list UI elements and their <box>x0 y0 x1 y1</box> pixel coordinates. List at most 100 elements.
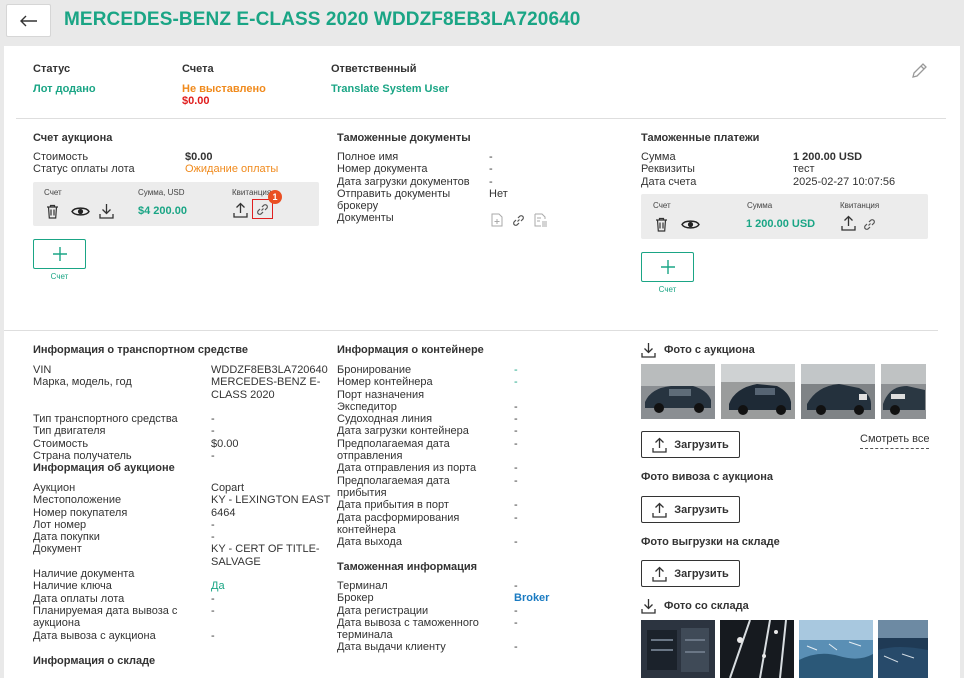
download-icon[interactable] <box>641 342 656 358</box>
card-col-receipt: Квитанция <box>232 188 272 197</box>
send-docs-value: Нет <box>489 187 508 200</box>
auction-photo-3[interactable] <box>801 364 875 419</box>
auction-info-labels: Аукцион Местоположение Номер покупателя … <box>33 482 177 642</box>
delete-invoice-button[interactable] <box>46 204 59 219</box>
upload-unload-photos-button[interactable]: Загрузить <box>641 560 740 587</box>
vin-label: VIN <box>33 364 52 376</box>
payment-receipt-link-button[interactable] <box>863 218 876 231</box>
payment-sum-label: Сумма <box>641 151 676 163</box>
status-value: Лот додано <box>33 83 96 95</box>
exit-date-value: - <box>514 536 518 549</box>
warehouse-photos-gallery <box>641 620 933 678</box>
upload-auction-photos-button[interactable]: Загрузить <box>641 431 740 458</box>
view-payment-button[interactable] <box>681 218 700 231</box>
card-col-amount: Сумма <box>747 201 773 210</box>
container-info-values: - - - - - - - - - - - <box>514 364 518 548</box>
upload-receipt-button[interactable] <box>233 202 248 218</box>
file-list-icon[interactable] <box>534 213 548 227</box>
full-name-value: - <box>489 151 493 163</box>
link-icon <box>864 219 875 230</box>
download-icon <box>99 204 114 219</box>
divider <box>16 118 946 119</box>
warehouse-photo-4[interactable] <box>878 620 928 678</box>
vehicle-info-values: WDDZF8EB3LA720640 MERCEDES-BENZ E- CLASS… <box>211 364 328 462</box>
exit-date-label: Дата выхода <box>337 536 402 549</box>
container-number-value: - <box>514 376 518 389</box>
view-invoice-button[interactable] <box>71 205 90 218</box>
port-departure-value: - <box>514 462 518 475</box>
delete-payment-button[interactable] <box>655 217 668 232</box>
destination-country-label: Страна получатель <box>33 450 132 463</box>
download-invoice-button[interactable] <box>99 203 114 219</box>
file-add-icon[interactable] <box>491 213 503 227</box>
warehouse-photo-1[interactable] <box>641 620 715 678</box>
divider <box>4 330 938 331</box>
warehouse-photo-3[interactable] <box>799 620 873 678</box>
upload-payment-receipt-button[interactable] <box>841 215 856 231</box>
auction-photo-1[interactable] <box>641 364 715 419</box>
link-icon[interactable] <box>512 214 525 227</box>
back-button[interactable] <box>6 4 51 37</box>
customs-docs-labels: Полное имя Номер документа Дата загрузки… <box>337 151 470 225</box>
estimated-arrival-value: - <box>514 474 518 487</box>
add-payment-invoice-button[interactable] <box>641 252 694 282</box>
make-model-value-cont: CLASS 2020 <box>211 388 275 401</box>
upload-icon <box>652 502 667 518</box>
edit-button[interactable] <box>910 62 928 80</box>
engine-type-value: - <box>211 425 215 438</box>
vehicle-cost-value: $0.00 <box>211 437 239 450</box>
unstuffing-date-label: Дата расформирования <box>337 511 460 524</box>
auction-photo-2[interactable] <box>721 364 795 419</box>
status-label: Статус <box>33 63 71 75</box>
see-all-photos-link[interactable]: Смотреть все <box>860 433 930 449</box>
payment-date-value: 2025-02-27 10:07:56 <box>793 175 896 188</box>
purchase-date-value: - <box>211 531 215 544</box>
cost-label: Стоимость <box>33 151 89 163</box>
auction-photo-4[interactable] <box>881 364 926 419</box>
auction-invoice-values: $0.00 Ожидание оплаты <box>185 151 278 176</box>
customs-docs-title: Таможенные документы <box>337 132 471 144</box>
lot-card: Статус Лот додано Счета Не выставлено $0… <box>4 46 960 678</box>
estimated-departure-value: - <box>514 437 518 450</box>
pickup-date-value: - <box>211 629 215 642</box>
warehouse-info-title: Информация о складе <box>33 655 156 667</box>
planned-pickup-value: - <box>211 604 215 617</box>
document-availability-label: Наличие документа <box>33 568 135 581</box>
buyer-number-label: Номер покупателя <box>33 506 128 519</box>
planned-pickup-label: Планируемая дата вывоза с <box>33 604 178 617</box>
make-model-value: MERCEDES-BENZ E- <box>211 376 321 389</box>
make-model-label: Марка, модель, год <box>33 376 132 389</box>
payment-details-value: тест <box>793 163 815 176</box>
vehicle-cost-label: Стоимость <box>33 437 89 450</box>
registration-date-value: - <box>514 604 518 617</box>
shipping-line-value: - <box>514 413 518 426</box>
add-payment-invoice-caption: Счет <box>658 285 677 294</box>
warehouse-photo-2[interactable] <box>720 620 794 678</box>
destination-port-label: Порт назначения <box>337 388 425 401</box>
download-icon[interactable] <box>641 598 656 614</box>
upload-label: Загрузить <box>674 567 729 580</box>
cost-value: $0.00 <box>185 151 213 163</box>
customs-info-labels: Терминал Брокер Дата регистрации Дата вы… <box>337 580 479 654</box>
documents-actions <box>491 213 548 227</box>
upload-pickup-photos-button[interactable]: Загрузить <box>641 496 740 523</box>
pencil-icon <box>912 63 927 78</box>
auction-photos-gallery <box>641 364 928 419</box>
card-col-invoice: Счет <box>653 201 671 210</box>
estimated-arrival-label-cont: прибытия <box>337 486 387 499</box>
client-delivery-label: Дата выдачи клиенту <box>337 641 446 654</box>
broker-value-link[interactable]: Broker <box>514 592 549 604</box>
estimated-departure-label-cont: отправления <box>337 450 403 463</box>
doc-upload-date-label: Дата загрузки документов <box>337 175 470 188</box>
full-name-label: Полное имя <box>337 151 399 163</box>
plus-icon <box>660 260 675 274</box>
card-col-amount: Сумма, USD <box>138 188 185 197</box>
invoices-amount: $0.00 <box>182 95 210 107</box>
document-value-cont: SALVAGE <box>211 555 261 568</box>
destination-country-value: - <box>211 450 215 463</box>
add-auction-invoice-button[interactable] <box>33 239 86 269</box>
